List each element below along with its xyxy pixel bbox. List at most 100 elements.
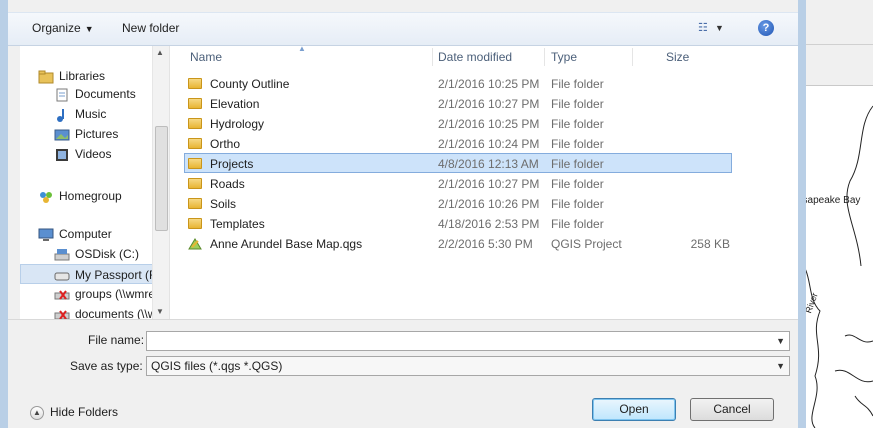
nav-label: Computer [59, 227, 112, 241]
nav-label: documents (\\wr [75, 307, 161, 319]
table-row-selected[interactable]: Projects 4/8/2016 12:13 AM File folder [184, 153, 732, 173]
table-row[interactable]: Templates 4/18/2016 2:53 PM File folder [184, 214, 732, 234]
drive-icon [54, 248, 70, 261]
table-row[interactable]: Ortho 2/1/2016 10:24 PM File folder [184, 134, 732, 154]
chevron-down-icon[interactable]: ▼ [776, 357, 785, 375]
nav-label: Pictures [75, 127, 119, 141]
file-name-input[interactable]: ▼ [146, 331, 790, 351]
table-row[interactable]: Soils 2/1/2016 10:26 PM File folder [184, 194, 732, 214]
nav-scrollbar[interactable]: ▲ ▼ [152, 46, 169, 319]
chevron-down-icon[interactable]: ▼ [776, 332, 785, 350]
folder-icon [188, 118, 202, 130]
network-drive-icon [54, 310, 70, 319]
file-size: 258 KB [690, 237, 730, 251]
organize-button[interactable]: Organize ▼ [32, 21, 94, 35]
map-canvas[interactable]: esapeake Bay River [795, 86, 873, 428]
nav-label: Music [75, 107, 107, 121]
file-type: File folder [551, 137, 604, 151]
open-button[interactable]: Open [592, 398, 676, 421]
nav-label: Videos [75, 147, 112, 161]
nav-item-homegroup[interactable]: Homegroup [38, 186, 169, 206]
file-type: QGIS Project [551, 237, 622, 251]
nav-label: Documents [75, 87, 136, 101]
folder-icon [188, 98, 202, 110]
dialog-footer: File name: ▼ Save as type: QGIS files (*… [8, 319, 798, 428]
file-name: Soils [210, 197, 237, 211]
map-coastline [795, 105, 873, 428]
file-name: Roads [210, 177, 245, 191]
file-date: 2/1/2016 10:27 PM [438, 177, 540, 191]
help-icon[interactable]: ? [758, 20, 774, 36]
column-header-type[interactable]: Type [551, 50, 577, 64]
navigation-pane: Libraries Documents Music Pictures Video… [20, 46, 170, 319]
qgis-file-icon [188, 237, 202, 250]
column-divider[interactable] [632, 48, 633, 66]
table-row[interactable]: Elevation 2/1/2016 10:27 PM File folder [184, 94, 732, 114]
file-type: File folder [551, 77, 604, 91]
chevron-up-icon: ▲ [30, 405, 44, 420]
computer-icon [38, 228, 54, 241]
table-row[interactable]: Hydrology 2/1/2016 10:25 PM File folder [184, 114, 732, 134]
column-header-name[interactable]: Name [190, 50, 222, 64]
view-options-button[interactable]: ☷ ▼ [698, 21, 738, 37]
network-drive-icon [54, 290, 70, 300]
sort-ascending-icon: ▲ [298, 44, 306, 53]
music-icon [57, 108, 64, 122]
scroll-down-icon[interactable]: ▼ [156, 307, 164, 316]
file-name: Elevation [210, 97, 260, 111]
file-type: File folder [551, 177, 604, 191]
file-name: Templates [210, 217, 265, 231]
file-date: 2/1/2016 10:27 PM [438, 97, 540, 111]
folder-icon [188, 158, 202, 170]
column-divider[interactable] [544, 48, 545, 66]
file-name: County Outline [210, 77, 290, 91]
nav-label: groups (\\wmrec [75, 287, 162, 301]
file-type: File folder [551, 197, 604, 211]
cancel-button[interactable]: Cancel [690, 398, 774, 421]
file-name: Hydrology [210, 117, 265, 131]
file-name: Anne Arundel Base Map.qgs [210, 237, 363, 251]
new-folder-button[interactable]: New folder [122, 21, 179, 35]
column-divider[interactable] [432, 48, 433, 66]
save-type-label: Save as type: [70, 359, 143, 373]
map-label-bay: esapeake Bay [797, 195, 861, 206]
column-header-size[interactable]: Size [666, 50, 689, 64]
folder-icon [188, 78, 202, 90]
homegroup-icon [40, 191, 52, 203]
folder-icon [188, 198, 202, 210]
table-row[interactable]: County Outline 2/1/2016 10:25 PM File fo… [184, 74, 732, 94]
hide-folders-button[interactable]: ▲ Hide Folders [30, 405, 118, 420]
file-type: File folder [551, 117, 604, 131]
hide-folders-label: Hide Folders [50, 405, 119, 419]
nav-item-libraries[interactable]: Libraries [38, 66, 169, 86]
file-date: 2/1/2016 10:25 PM [438, 117, 540, 131]
dialog-toolbar: Organize ▼ New folder ☷ ▼ ? [8, 12, 798, 46]
file-date: 4/8/2016 12:13 AM [438, 157, 539, 171]
file-type: File folder [551, 157, 604, 171]
file-date: 2/1/2016 10:24 PM [438, 137, 540, 151]
nav-item-my-passport[interactable]: My Passport (F:) [20, 264, 169, 284]
file-name-label: File name: [88, 333, 145, 347]
table-row[interactable]: Anne Arundel Base Map.qgs 2/2/2016 5:30 … [184, 234, 732, 254]
column-header-date[interactable]: Date modified [438, 50, 512, 64]
scroll-up-icon[interactable]: ▲ [156, 48, 164, 57]
pictures-icon [54, 129, 70, 141]
nav-label: Homegroup [59, 189, 122, 203]
nav-label: My Passport (F:) [75, 268, 164, 282]
save-type-value: QGIS files (*.qgs *.QGS) [151, 359, 283, 373]
file-date: 4/18/2016 2:53 PM [438, 217, 540, 231]
table-row[interactable]: Roads 2/1/2016 10:27 PM File folder [184, 174, 732, 194]
file-name: Ortho [210, 137, 241, 151]
file-type: File folder [551, 217, 604, 231]
nav-item-computer[interactable]: Computer [38, 224, 169, 244]
drive-icon [54, 272, 70, 281]
background-toolbar [795, 0, 873, 86]
folder-icon [188, 138, 202, 150]
libraries-icon [38, 70, 54, 84]
nav-label: Libraries [59, 69, 106, 83]
chevron-down-icon: ▼ [714, 23, 724, 33]
documents-icon [56, 88, 68, 102]
save-type-select[interactable]: QGIS files (*.qgs *.QGS) ▼ [146, 356, 790, 376]
file-list: Name ▲ Date modified Type Size County Ou… [170, 44, 798, 319]
scroll-thumb[interactable] [155, 126, 168, 231]
